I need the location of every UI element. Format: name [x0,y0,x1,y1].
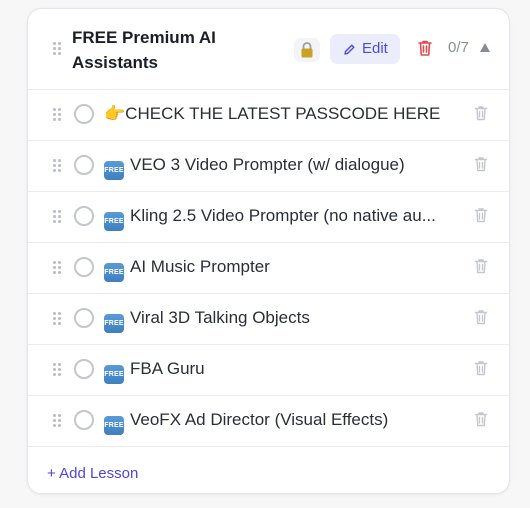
lesson-title[interactable]: FREE Kling 2.5 Video Prompter (no native … [104,206,456,231]
lesson-title[interactable]: FREE AI Music Prompter [104,257,456,282]
lesson-title[interactable]: 👉CHECK THE LATEST PASSCODE HERE [104,104,456,124]
drag-handle-icon[interactable] [53,42,63,56]
drag-handle-icon[interactable] [53,414,63,428]
add-lesson-button[interactable]: + Add Lesson [47,465,138,482]
free-badge-icon: FREE [104,161,124,180]
drag-handle-icon[interactable] [53,261,63,275]
module-header: FREE Premium AI Assistants Edit 0/7 [28,9,509,90]
drag-handle-icon[interactable] [53,210,63,224]
lesson-complete-radio[interactable] [74,359,94,379]
delete-lesson-icon[interactable] [474,360,488,376]
lesson-complete-radio[interactable] [74,155,94,175]
lesson-row[interactable]: FREE Kling 2.5 Video Prompter (no native … [28,191,509,243]
edit-button[interactable]: Edit [330,34,400,64]
lesson-label: CHECK THE LATEST PASSCODE HERE [125,104,441,123]
lesson-label: AI Music Prompter [130,257,270,276]
lesson-row[interactable]: 👉CHECK THE LATEST PASSCODE HERE [28,89,509,141]
module-card: FREE Premium AI Assistants Edit 0/7 👉CHE… [27,8,510,494]
lesson-complete-radio[interactable] [74,410,94,430]
lesson-complete-radio[interactable] [74,206,94,226]
lesson-row[interactable]: FREE FBA Guru [28,344,509,396]
lesson-title[interactable]: FREE Viral 3D Talking Objects [104,308,456,333]
lesson-row[interactable]: FREE VEO 3 Video Prompter (w/ dialogue) [28,140,509,192]
lesson-complete-radio[interactable] [74,308,94,328]
lesson-count: 0/7 [448,39,469,56]
pencil-icon [344,44,355,55]
pointing-hand-emoji: 👉 [104,104,126,123]
drag-handle-icon[interactable] [53,363,63,377]
lesson-label: FBA Guru [130,359,205,378]
edit-label: Edit [362,40,388,57]
free-badge-icon: FREE [104,416,124,435]
free-badge-icon: FREE [104,365,124,384]
lesson-label: Viral 3D Talking Objects [130,308,310,327]
lesson-label: VeoFX Ad Director (Visual Effects) [130,410,389,429]
delete-module-icon[interactable] [417,39,433,57]
delete-lesson-icon[interactable] [474,411,488,427]
lesson-title[interactable]: FREE VEO 3 Video Prompter (w/ dialogue) [104,155,456,180]
lesson-title[interactable]: FREE FBA Guru [104,359,456,384]
delete-lesson-icon[interactable] [474,105,488,121]
lesson-label: VEO 3 Video Prompter (w/ dialogue) [130,155,405,174]
free-badge-icon: FREE [104,314,124,333]
lesson-label: Kling 2.5 Video Prompter (no native au..… [130,206,436,225]
free-badge-icon: FREE [104,212,124,231]
lesson-row[interactable]: FREE VeoFX Ad Director (Visual Effects) [28,395,509,447]
drag-handle-icon[interactable] [53,108,63,122]
drag-handle-icon[interactable] [53,159,63,173]
delete-lesson-icon[interactable] [474,309,488,325]
delete-lesson-icon[interactable] [474,258,488,274]
module-title: FREE Premium AI Assistants [72,28,216,72]
delete-lesson-icon[interactable] [474,156,488,172]
lesson-title[interactable]: FREE VeoFX Ad Director (Visual Effects) [104,410,456,435]
collapse-caret-icon[interactable] [480,43,490,52]
lesson-complete-radio[interactable] [74,257,94,277]
drag-handle-icon[interactable] [53,312,63,326]
lesson-row[interactable]: FREE Viral 3D Talking Objects [28,293,509,345]
lesson-complete-radio[interactable] [74,104,94,124]
lesson-row[interactable]: FREE AI Music Prompter [28,242,509,294]
lock-icon[interactable] [294,38,320,62]
free-badge-icon: FREE [104,263,124,282]
delete-lesson-icon[interactable] [474,207,488,223]
